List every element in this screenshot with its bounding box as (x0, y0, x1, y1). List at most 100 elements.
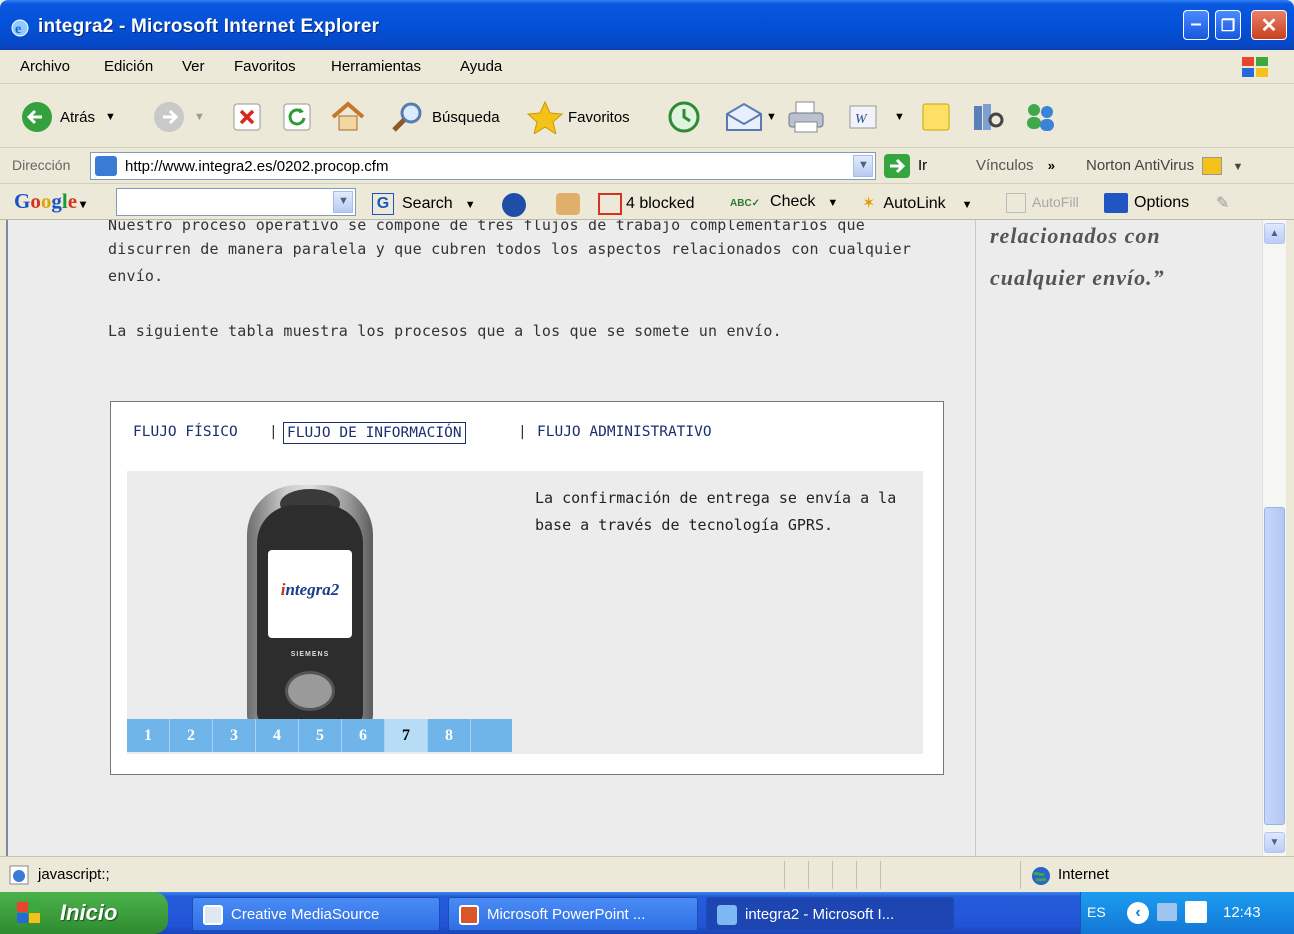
forward-dropdown-icon[interactable]: ▼ (194, 111, 205, 123)
refresh-icon (283, 103, 311, 131)
options-icon (1104, 193, 1128, 213)
taskbar-item-creative-mediasource[interactable]: Creative MediaSource (192, 897, 440, 931)
norton-icon (1202, 157, 1223, 176)
menu-favoritos[interactable]: Favoritos (234, 58, 296, 75)
mail-icon (726, 102, 762, 131)
taskbar-item-label: integra2 - Microsoft I... (745, 906, 895, 923)
links-label[interactable]: Vínculos » (976, 157, 1055, 174)
step-3-button[interactable]: 3 (213, 719, 256, 752)
norton-antivirus-button[interactable]: Norton AntiVirus ▼ (1086, 157, 1243, 176)
scroll-thumb[interactable] (1264, 507, 1285, 825)
notes-button[interactable] (920, 100, 952, 134)
quote-line-2: cualquier envío.” (990, 265, 1165, 290)
print-button[interactable] (786, 100, 826, 134)
intro-line-2: discurren de manera paralela y que cubre… (108, 240, 912, 258)
step-description: La confirmación de entrega se envía a la… (535, 489, 897, 534)
google-dropdown-button[interactable]: ▼ (333, 191, 353, 213)
favorites-button[interactable]: Favoritos (526, 100, 630, 134)
pagerank-button[interactable] (556, 193, 580, 215)
network-icon[interactable] (1157, 903, 1177, 921)
sticky-note-icon (922, 103, 950, 131)
research-button[interactable] (970, 100, 1004, 134)
back-button[interactable]: Atrás ▼ (20, 100, 116, 134)
norton-label: Norton AntiVirus (1086, 157, 1195, 174)
taskbar-item-powerpoint[interactable]: Microsoft PowerPoint ... (448, 897, 698, 931)
tab-flujo-administrativo[interactable]: FLUJO ADMINISTRATIVO (534, 422, 715, 442)
edit-word-button[interactable]: W ▼ (848, 100, 905, 134)
taskbar-item-integra2-ie[interactable]: integra2 - Microsoft I... (706, 897, 954, 931)
step-7-button[interactable]: 7 (385, 719, 428, 752)
menu-archivo[interactable]: Archivo (20, 58, 70, 75)
tray-expand-icon[interactable]: ‹ (1127, 902, 1149, 924)
autolink-button[interactable]: ✶ AutoLink ▼ (862, 193, 973, 213)
vertical-scrollbar[interactable]: ▲ ▼ (1262, 220, 1286, 856)
minimize-button[interactable]: – (1183, 10, 1209, 40)
menu-ayuda[interactable]: Ayuda (460, 58, 502, 75)
options-button[interactable]: Options (1104, 193, 1189, 213)
quote-line-1: relacionados con (990, 223, 1161, 248)
google-logo[interactable]: Google ▾ (14, 189, 86, 214)
popup-blocked-icon (598, 193, 622, 215)
address-dropdown-button[interactable]: ▼ (853, 155, 873, 177)
step-5-button[interactable]: 5 (299, 719, 342, 752)
google-search-input[interactable]: ▼ (116, 188, 356, 216)
go-arrow-icon (890, 158, 906, 174)
status-text: javascript:; (38, 866, 110, 883)
step-1-button[interactable]: 1 (127, 719, 170, 752)
history-icon (668, 101, 700, 133)
language-indicator[interactable]: ES (1087, 904, 1106, 920)
menu-edicion[interactable]: Edición (104, 58, 153, 75)
step-4-button[interactable]: 4 (256, 719, 299, 752)
address-url[interactable]: http://www.integra2.es/0202.procop.cfm (125, 158, 388, 175)
check-label: Check (770, 193, 816, 210)
google-news-button[interactable] (502, 193, 526, 217)
internet-explorer-icon (717, 905, 737, 925)
step-2-button[interactable]: 2 (170, 719, 213, 752)
go-button[interactable] (884, 154, 910, 178)
process-tabs-box: FLUJO FÍSICO | FLUJO DE INFORMACIÓN | FL… (110, 401, 944, 775)
scroll-up-button[interactable]: ▲ (1264, 223, 1285, 244)
home-button[interactable] (330, 100, 366, 134)
mail-button[interactable]: ▼ (724, 100, 777, 134)
autofill-button[interactable]: AutoFill (1006, 193, 1079, 213)
history-button[interactable] (666, 100, 702, 134)
back-dropdown-icon[interactable]: ▼ (105, 111, 116, 123)
google-search-button[interactable]: G Search ▼ (372, 193, 476, 215)
clock: 12:43 (1223, 904, 1261, 921)
tab-panel: integra2 SIEMENS La confirmación de entr… (127, 471, 923, 754)
page-content: Nuestro proceso operativo se compone de … (6, 220, 1262, 856)
pagerank-icon (556, 193, 580, 215)
messenger-button[interactable] (1020, 100, 1060, 134)
menu-ver[interactable]: Ver (182, 58, 205, 75)
maximize-button[interactable]: ❐ (1215, 10, 1241, 40)
search-button[interactable]: Búsqueda (390, 100, 500, 134)
edit-dropdown-icon[interactable]: ▼ (894, 111, 905, 123)
go-label[interactable]: Ir (918, 157, 927, 174)
mail-dropdown-icon[interactable]: ▼ (766, 111, 777, 123)
refresh-button[interactable] (282, 100, 312, 134)
tab-flujo-informacion[interactable]: FLUJO DE INFORMACIÓN (283, 422, 466, 444)
google-g-icon: G (372, 193, 394, 215)
address-input[interactable]: http://www.integra2.es/0202.procop.cfm ▼ (90, 152, 876, 180)
highlight-pen-icon[interactable]: ✎ (1216, 193, 1229, 213)
step-6-button[interactable]: 6 (342, 719, 385, 752)
menu-herramientas[interactable]: Herramientas (331, 58, 421, 75)
home-icon (331, 101, 365, 131)
scroll-down-button[interactable]: ▼ (1264, 832, 1285, 853)
start-button[interactable]: Inicio (0, 892, 168, 934)
powerpoint-icon (459, 905, 479, 925)
close-button[interactable]: ✕ (1251, 10, 1287, 40)
tray-app-icon[interactable] (1185, 901, 1207, 923)
step-8-button[interactable]: 8 (428, 719, 471, 752)
google-search-label: Search (402, 195, 453, 213)
stop-button[interactable] (232, 100, 262, 134)
spell-check-button[interactable]: ABC✓ Check ▼ (730, 193, 838, 211)
research-books-icon (974, 104, 1004, 130)
tab-flujo-fisico[interactable]: FLUJO FÍSICO (130, 422, 241, 442)
taskbar-item-label: Creative MediaSource (231, 906, 380, 923)
forward-button[interactable]: ▼ (152, 100, 205, 134)
popup-blocker-button[interactable]: 4 blocked (598, 193, 695, 215)
tab-separator: | (518, 424, 527, 440)
phone-dpad (285, 671, 335, 711)
autofill-icon (1006, 193, 1026, 213)
